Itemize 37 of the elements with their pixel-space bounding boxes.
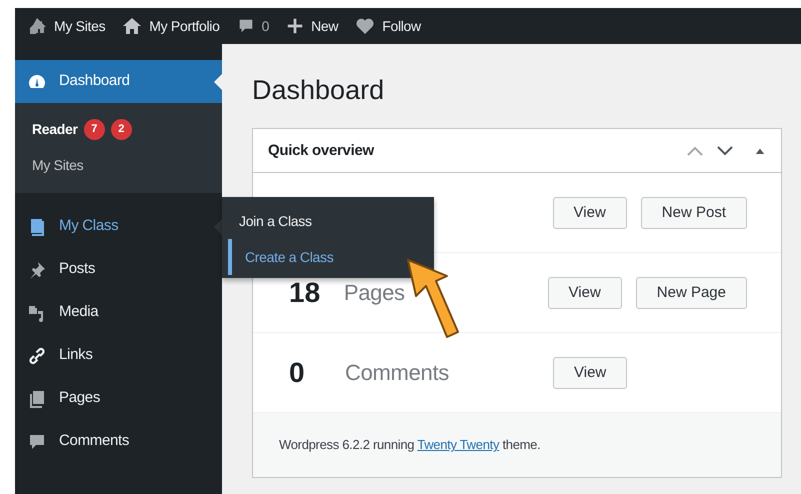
- sidebar-item[interactable]: Posts: [15, 248, 222, 291]
- theme-link[interactable]: Twenty Twenty: [417, 437, 500, 452]
- admin-bar-link[interactable]: 0: [262, 16, 270, 36]
- sidebar-item[interactable]: Comments: [15, 420, 222, 463]
- action-button[interactable]: View: [552, 196, 627, 229]
- sidebar-item[interactable]: Links: [15, 334, 222, 377]
- sidebar-item[interactable]: Dashboard: [15, 60, 222, 103]
- admin-bar-link[interactable]: My Sites: [54, 16, 106, 36]
- pin-icon: [27, 260, 47, 280]
- comment-icon: [236, 17, 255, 35]
- action-button[interactable]: New Page: [636, 276, 747, 309]
- stat-label: Pages: [344, 279, 406, 308]
- footer-text: Wordpress 6.2.2 running Twenty Twenty theme.: [279, 436, 542, 454]
- submenu-item[interactable]: Reader: [32, 118, 78, 140]
- card-title: Quick overview: [268, 142, 376, 160]
- action-button[interactable]: New Post: [640, 196, 747, 229]
- sidebar-item[interactable]: Pages: [15, 377, 222, 420]
- count-badge: 2: [110, 118, 132, 140]
- stat-label: Comments: [345, 359, 450, 388]
- admin-bar-link[interactable]: New: [311, 16, 338, 36]
- stat-count: 18: [289, 276, 322, 310]
- heart-icon: [355, 16, 376, 36]
- sidebar-item[interactable]: Media: [15, 291, 222, 334]
- admin-bar-link[interactable]: Follow: [382, 16, 421, 36]
- pages-icon: [27, 388, 47, 408]
- stat-count: 0: [289, 356, 306, 390]
- plus-icon: [286, 17, 304, 35]
- action-button[interactable]: View: [548, 276, 622, 309]
- sites-icon: [27, 16, 47, 36]
- count-badge: 7: [84, 118, 105, 140]
- home-icon: [122, 16, 142, 36]
- flyout-item[interactable]: Join a Class: [222, 203, 434, 239]
- link-icon: [27, 346, 47, 366]
- submenu-item[interactable]: My Sites: [32, 154, 84, 176]
- admin-bar-link[interactable]: My Portfolio: [149, 16, 220, 36]
- page-title: Dashboard: [252, 74, 386, 106]
- action-button[interactable]: View: [553, 356, 628, 389]
